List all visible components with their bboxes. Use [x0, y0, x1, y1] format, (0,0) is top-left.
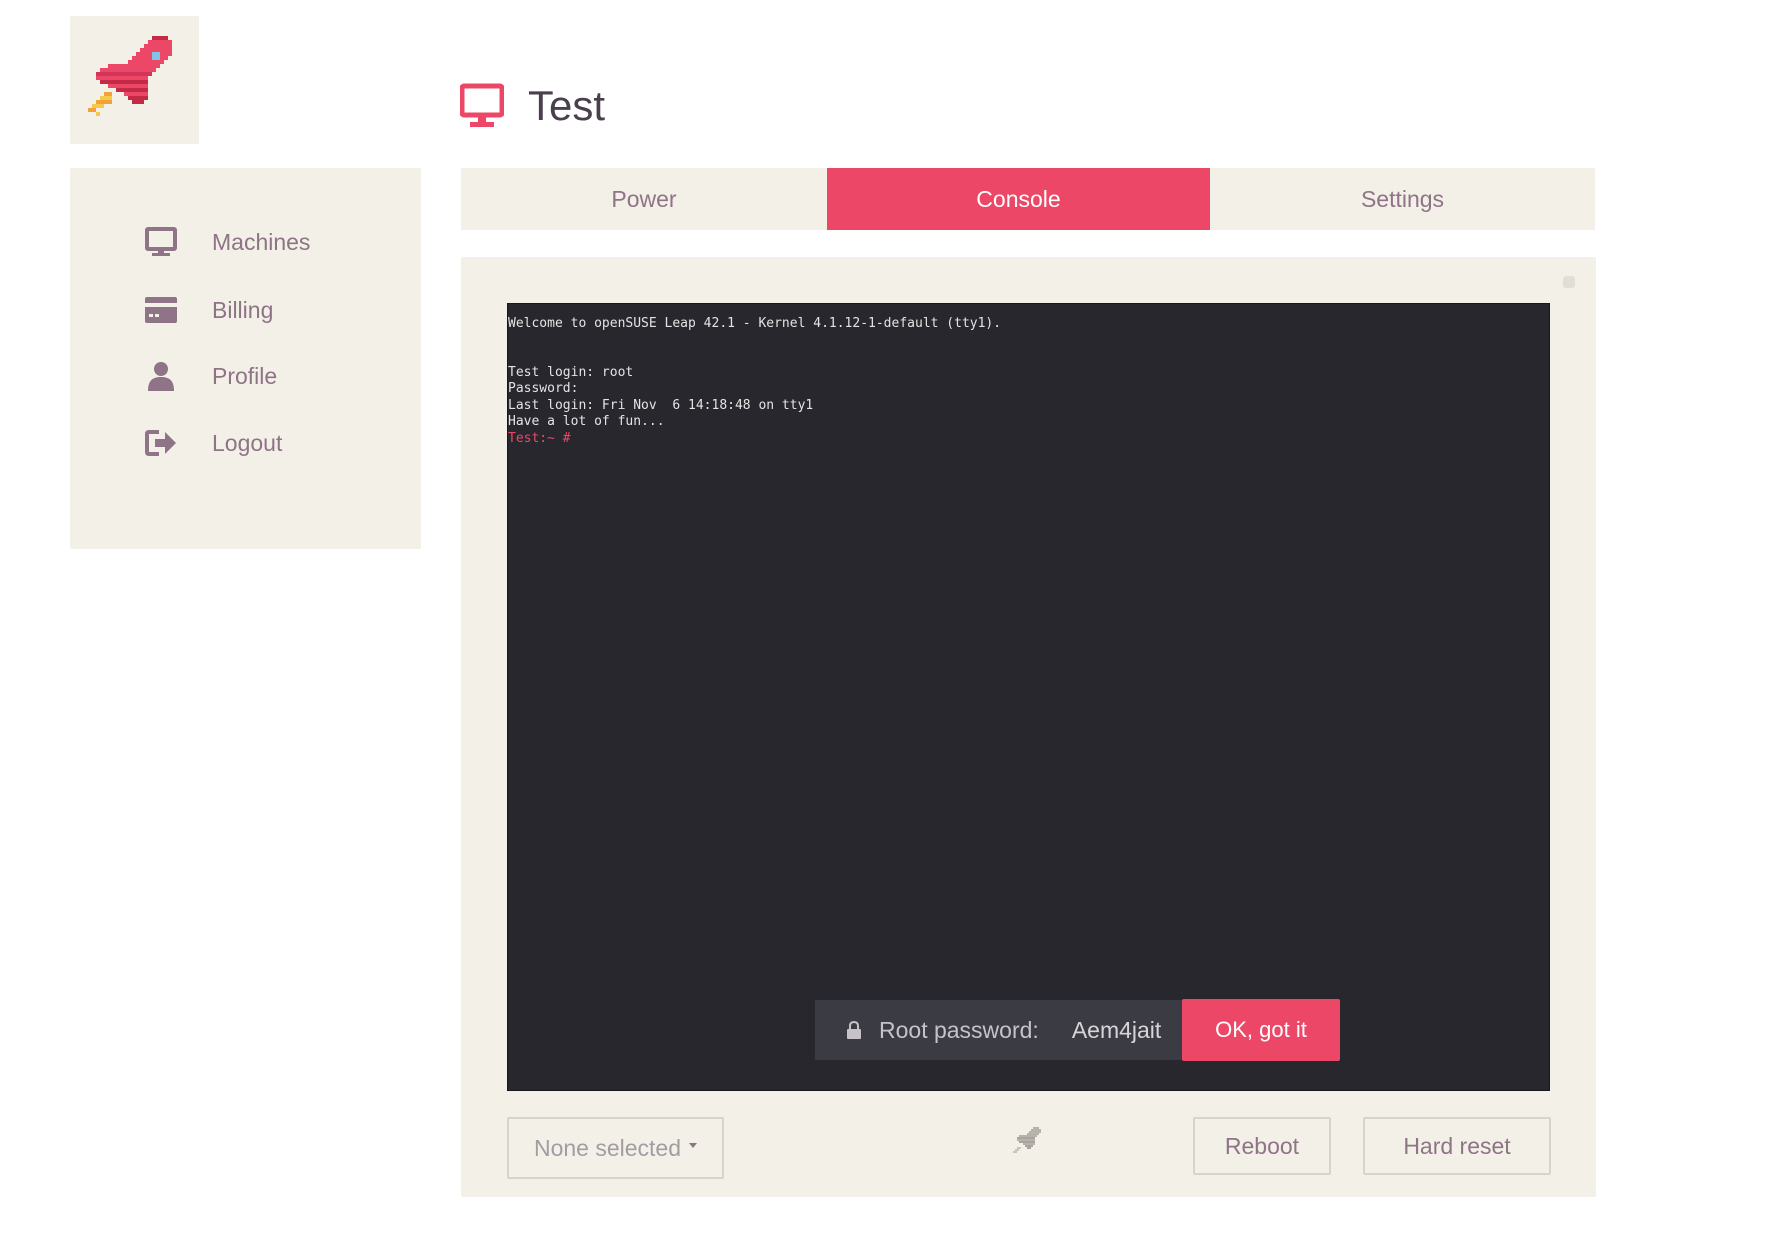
logo[interactable] [70, 16, 199, 144]
monitor-icon [460, 83, 504, 127]
terminal-screen[interactable]: Welcome to openSUSE Leap 42.1 - Kernel 4… [507, 303, 1550, 1091]
hard-reset-button[interactable]: Hard reset [1363, 1117, 1551, 1175]
tab-bar: Power Console Settings [461, 168, 1595, 230]
status-indicator [1563, 276, 1575, 288]
root-password-label: Root password: [879, 1016, 1039, 1043]
terminal-line: Last login: Fri Nov 6 14:18:48 on tty1 [508, 398, 814, 413]
reboot-button[interactable]: Reboot [1193, 1117, 1331, 1175]
credit-card-icon [144, 293, 178, 327]
sidebar-item-profile[interactable]: Profile [144, 356, 277, 396]
root-password-value: Aem4jait [1071, 1016, 1162, 1043]
sidebar-item-billing[interactable]: Billing [144, 290, 273, 330]
tab-settings[interactable]: Settings [1210, 168, 1595, 230]
page-title-bar: Test [460, 74, 605, 138]
root-password-box: Root password: Aem4jait [815, 1000, 1182, 1060]
sidebar-item-label: Profile [212, 362, 278, 389]
tab-console[interactable]: Console [827, 168, 1210, 230]
user-icon [144, 359, 178, 393]
page-title: Test [528, 82, 606, 129]
lock-icon [847, 1021, 861, 1039]
sidebar-item-label: Logout [212, 429, 283, 456]
terminal-prompt: Test:~ # [508, 431, 571, 446]
terminal-line: Password: [508, 381, 579, 396]
sidebar-item-label: Machines [212, 228, 311, 255]
tab-power[interactable]: Power [461, 168, 827, 230]
sidebar-item-machines[interactable]: Machines [144, 222, 310, 262]
console-panel: Welcome to openSUSE Leap 42.1 - Kernel 4… [461, 257, 1596, 1197]
rocket-logo-icon [88, 36, 172, 116]
root-password-notice: Root password: Aem4jait OK, got it [815, 999, 1340, 1061]
ok-got-it-button[interactable]: OK, got it [1182, 999, 1340, 1061]
chevron-down-icon [689, 1142, 698, 1148]
terminal-line: Test login: root [508, 365, 634, 380]
terminal-line: Have a lot of fun... [508, 414, 665, 429]
select-label: None selected [533, 1134, 682, 1161]
sidebar-item-label: Billing [212, 296, 274, 323]
sidebar-item-logout[interactable]: Logout [144, 423, 282, 463]
sidebar: Machines Billing Profile Logout [70, 168, 421, 549]
logout-icon [144, 426, 178, 460]
machine-select-dropdown[interactable]: None selected [507, 1117, 724, 1179]
terminal-line: Welcome to openSUSE Leap 42.1 - Kernel 4… [508, 316, 1002, 331]
monitor-icon [144, 225, 178, 259]
rocket-icon [1013, 1127, 1041, 1153]
